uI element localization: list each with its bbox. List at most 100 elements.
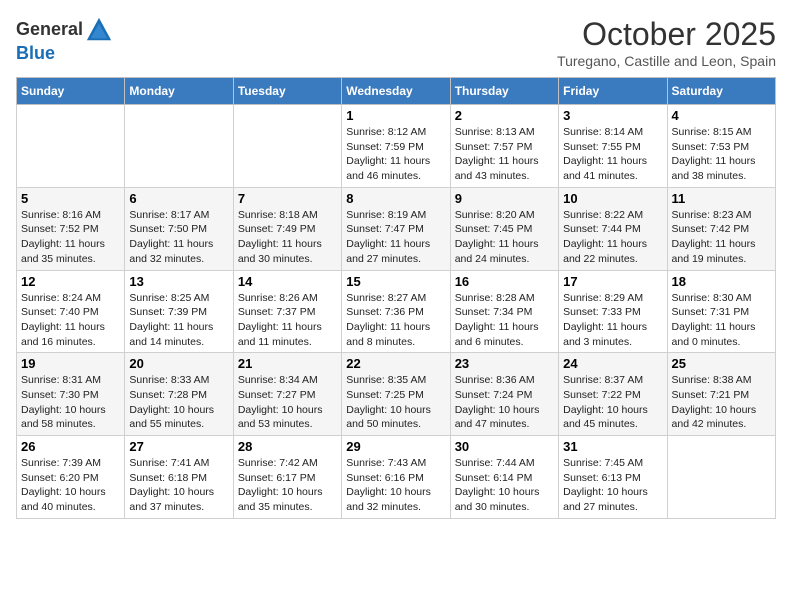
- day-info: Sunrise: 8:18 AM Sunset: 7:49 PM Dayligh…: [238, 208, 337, 267]
- day-number: 1: [346, 108, 445, 123]
- title-block: October 2025 Turegano, Castille and Leon…: [557, 16, 776, 69]
- calendar-cell: 24 Sunrise: 8:37 AM Sunset: 7:22 PM Dayli…: [559, 353, 667, 436]
- day-number: 4: [672, 108, 771, 123]
- calendar-week-row: 19Sunrise: 8:31 AM Sunset: 7:30 PM Dayli…: [17, 353, 776, 436]
- day-info: Sunrise: 8:35 AM Sunset: 7:25 PM Dayligh…: [346, 373, 445, 432]
- calendar-cell: 20 Sunrise: 8:33 AM Sunset: 7:28 PM Dayli…: [125, 353, 233, 436]
- calendar-week-row: 26 Sunrise: 7:39 AM Sunset: 6:20 PM Dayli…: [17, 436, 776, 519]
- day-number: 20: [129, 356, 228, 371]
- day-info: Sunrise: 8:25 AM Sunset: 7:39 PM Dayligh…: [129, 291, 228, 350]
- day-info: Sunrise: 8:22 AM Sunset: 7:44 PM Dayligh…: [563, 208, 662, 267]
- calendar-cell: 6 Sunrise: 8:17 AM Sunset: 7:50 PM Daylig…: [125, 187, 233, 270]
- calendar-cell: 16 Sunrise: 8:28 AM Sunset: 7:34 PM Dayli…: [450, 270, 558, 353]
- calendar-cell: 19Sunrise: 8:31 AM Sunset: 7:30 PM Dayli…: [17, 353, 125, 436]
- weekday-header-monday: Monday: [125, 78, 233, 105]
- calendar-cell: 29Sunrise: 7:43 AM Sunset: 6:16 PM Dayli…: [342, 436, 450, 519]
- day-number: 31: [563, 439, 662, 454]
- calendar-cell: 8 Sunrise: 8:19 AM Sunset: 7:47 PM Daylig…: [342, 187, 450, 270]
- day-info: Sunrise: 7:44 AM Sunset: 6:14 PM Dayligh…: [455, 456, 554, 515]
- day-number: 17: [563, 274, 662, 289]
- day-number: 25: [672, 356, 771, 371]
- logo-general: General: [16, 19, 83, 39]
- logo-blue: Blue: [16, 43, 55, 63]
- day-info: Sunrise: 8:20 AM Sunset: 7:45 PM Dayligh…: [455, 208, 554, 267]
- day-number: 7: [238, 191, 337, 206]
- calendar-cell: 22 Sunrise: 8:35 AM Sunset: 7:25 PM Dayli…: [342, 353, 450, 436]
- day-number: 12: [21, 274, 120, 289]
- day-number: 9: [455, 191, 554, 206]
- calendar-week-row: 5Sunrise: 8:16 AM Sunset: 7:52 PM Daylig…: [17, 187, 776, 270]
- day-info: Sunrise: 8:37 AM Sunset: 7:22 PM Dayligh…: [563, 373, 662, 432]
- calendar-cell: 23 Sunrise: 8:36 AM Sunset: 7:24 PM Dayli…: [450, 353, 558, 436]
- calendar-cell: [667, 436, 775, 519]
- weekday-header-row: SundayMondayTuesdayWednesdayThursdayFrid…: [17, 78, 776, 105]
- calendar-cell: 21 Sunrise: 8:34 AM Sunset: 7:27 PM Dayli…: [233, 353, 341, 436]
- calendar-cell: [125, 105, 233, 188]
- day-number: 2: [455, 108, 554, 123]
- calendar-week-row: 12 Sunrise: 8:24 AM Sunset: 7:40 PM Dayli…: [17, 270, 776, 353]
- day-info: Sunrise: 7:41 AM Sunset: 6:18 PM Dayligh…: [129, 456, 228, 515]
- day-info: Sunrise: 8:19 AM Sunset: 7:47 PM Dayligh…: [346, 208, 445, 267]
- calendar-cell: 31 Sunrise: 7:45 AM Sunset: 6:13 PM Dayli…: [559, 436, 667, 519]
- calendar-cell: 11Sunrise: 8:23 AM Sunset: 7:42 PM Dayli…: [667, 187, 775, 270]
- day-number: 27: [129, 439, 228, 454]
- day-number: 28: [238, 439, 337, 454]
- day-number: 18: [672, 274, 771, 289]
- weekday-header-sunday: Sunday: [17, 78, 125, 105]
- weekday-header-saturday: Saturday: [667, 78, 775, 105]
- day-info: Sunrise: 8:16 AM Sunset: 7:52 PM Dayligh…: [21, 208, 120, 267]
- day-number: 15: [346, 274, 445, 289]
- day-number: 19: [21, 356, 120, 371]
- calendar-cell: 3Sunrise: 8:14 AM Sunset: 7:55 PM Daylig…: [559, 105, 667, 188]
- day-info: Sunrise: 8:36 AM Sunset: 7:24 PM Dayligh…: [455, 373, 554, 432]
- weekday-header-friday: Friday: [559, 78, 667, 105]
- calendar-cell: 15Sunrise: 8:27 AM Sunset: 7:36 PM Dayli…: [342, 270, 450, 353]
- weekday-header-thursday: Thursday: [450, 78, 558, 105]
- calendar-cell: 2 Sunrise: 8:13 AM Sunset: 7:57 PM Daylig…: [450, 105, 558, 188]
- calendar-cell: 1 Sunrise: 8:12 AM Sunset: 7:59 PM Daylig…: [342, 105, 450, 188]
- day-number: 23: [455, 356, 554, 371]
- location: Turegano, Castille and Leon, Spain: [557, 53, 776, 69]
- calendar-cell: 10 Sunrise: 8:22 AM Sunset: 7:44 PM Dayli…: [559, 187, 667, 270]
- day-info: Sunrise: 8:17 AM Sunset: 7:50 PM Dayligh…: [129, 208, 228, 267]
- calendar-cell: 14Sunrise: 8:26 AM Sunset: 7:37 PM Dayli…: [233, 270, 341, 353]
- calendar-cell: 12 Sunrise: 8:24 AM Sunset: 7:40 PM Dayli…: [17, 270, 125, 353]
- day-info: Sunrise: 7:45 AM Sunset: 6:13 PM Dayligh…: [563, 456, 662, 515]
- calendar-cell: 18Sunrise: 8:30 AM Sunset: 7:31 PM Dayli…: [667, 270, 775, 353]
- day-number: 30: [455, 439, 554, 454]
- calendar-week-row: 1 Sunrise: 8:12 AM Sunset: 7:59 PM Daylig…: [17, 105, 776, 188]
- day-info: Sunrise: 7:42 AM Sunset: 6:17 PM Dayligh…: [238, 456, 337, 515]
- day-info: Sunrise: 8:33 AM Sunset: 7:28 PM Dayligh…: [129, 373, 228, 432]
- calendar-cell: 4 Sunrise: 8:15 AM Sunset: 7:53 PM Daylig…: [667, 105, 775, 188]
- calendar-cell: 9 Sunrise: 8:20 AM Sunset: 7:45 PM Daylig…: [450, 187, 558, 270]
- day-info: Sunrise: 8:23 AM Sunset: 7:42 PM Dayligh…: [672, 208, 771, 267]
- day-number: 6: [129, 191, 228, 206]
- day-number: 24: [563, 356, 662, 371]
- day-number: 22: [346, 356, 445, 371]
- day-info: Sunrise: 8:28 AM Sunset: 7:34 PM Dayligh…: [455, 291, 554, 350]
- logo: General Blue: [16, 16, 113, 64]
- day-info: Sunrise: 8:15 AM Sunset: 7:53 PM Dayligh…: [672, 125, 771, 184]
- calendar-cell: 26 Sunrise: 7:39 AM Sunset: 6:20 PM Dayli…: [17, 436, 125, 519]
- weekday-header-tuesday: Tuesday: [233, 78, 341, 105]
- calendar-cell: 27 Sunrise: 7:41 AM Sunset: 6:18 PM Dayli…: [125, 436, 233, 519]
- day-info: Sunrise: 8:26 AM Sunset: 7:37 PM Dayligh…: [238, 291, 337, 350]
- calendar-table: SundayMondayTuesdayWednesdayThursdayFrid…: [16, 77, 776, 519]
- day-info: Sunrise: 7:39 AM Sunset: 6:20 PM Dayligh…: [21, 456, 120, 515]
- day-number: 16: [455, 274, 554, 289]
- calendar-cell: 5Sunrise: 8:16 AM Sunset: 7:52 PM Daylig…: [17, 187, 125, 270]
- calendar-cell: 13 Sunrise: 8:25 AM Sunset: 7:39 PM Dayli…: [125, 270, 233, 353]
- day-info: Sunrise: 8:34 AM Sunset: 7:27 PM Dayligh…: [238, 373, 337, 432]
- month-title: October 2025: [557, 16, 776, 53]
- day-number: 26: [21, 439, 120, 454]
- calendar-cell: 30 Sunrise: 7:44 AM Sunset: 6:14 PM Dayli…: [450, 436, 558, 519]
- day-info: Sunrise: 8:24 AM Sunset: 7:40 PM Dayligh…: [21, 291, 120, 350]
- day-number: 8: [346, 191, 445, 206]
- day-number: 3: [563, 108, 662, 123]
- day-number: 10: [563, 191, 662, 206]
- calendar-cell: 17Sunrise: 8:29 AM Sunset: 7:33 PM Dayli…: [559, 270, 667, 353]
- day-number: 21: [238, 356, 337, 371]
- day-info: Sunrise: 8:13 AM Sunset: 7:57 PM Dayligh…: [455, 125, 554, 184]
- day-info: Sunrise: 8:12 AM Sunset: 7:59 PM Dayligh…: [346, 125, 445, 184]
- day-number: 13: [129, 274, 228, 289]
